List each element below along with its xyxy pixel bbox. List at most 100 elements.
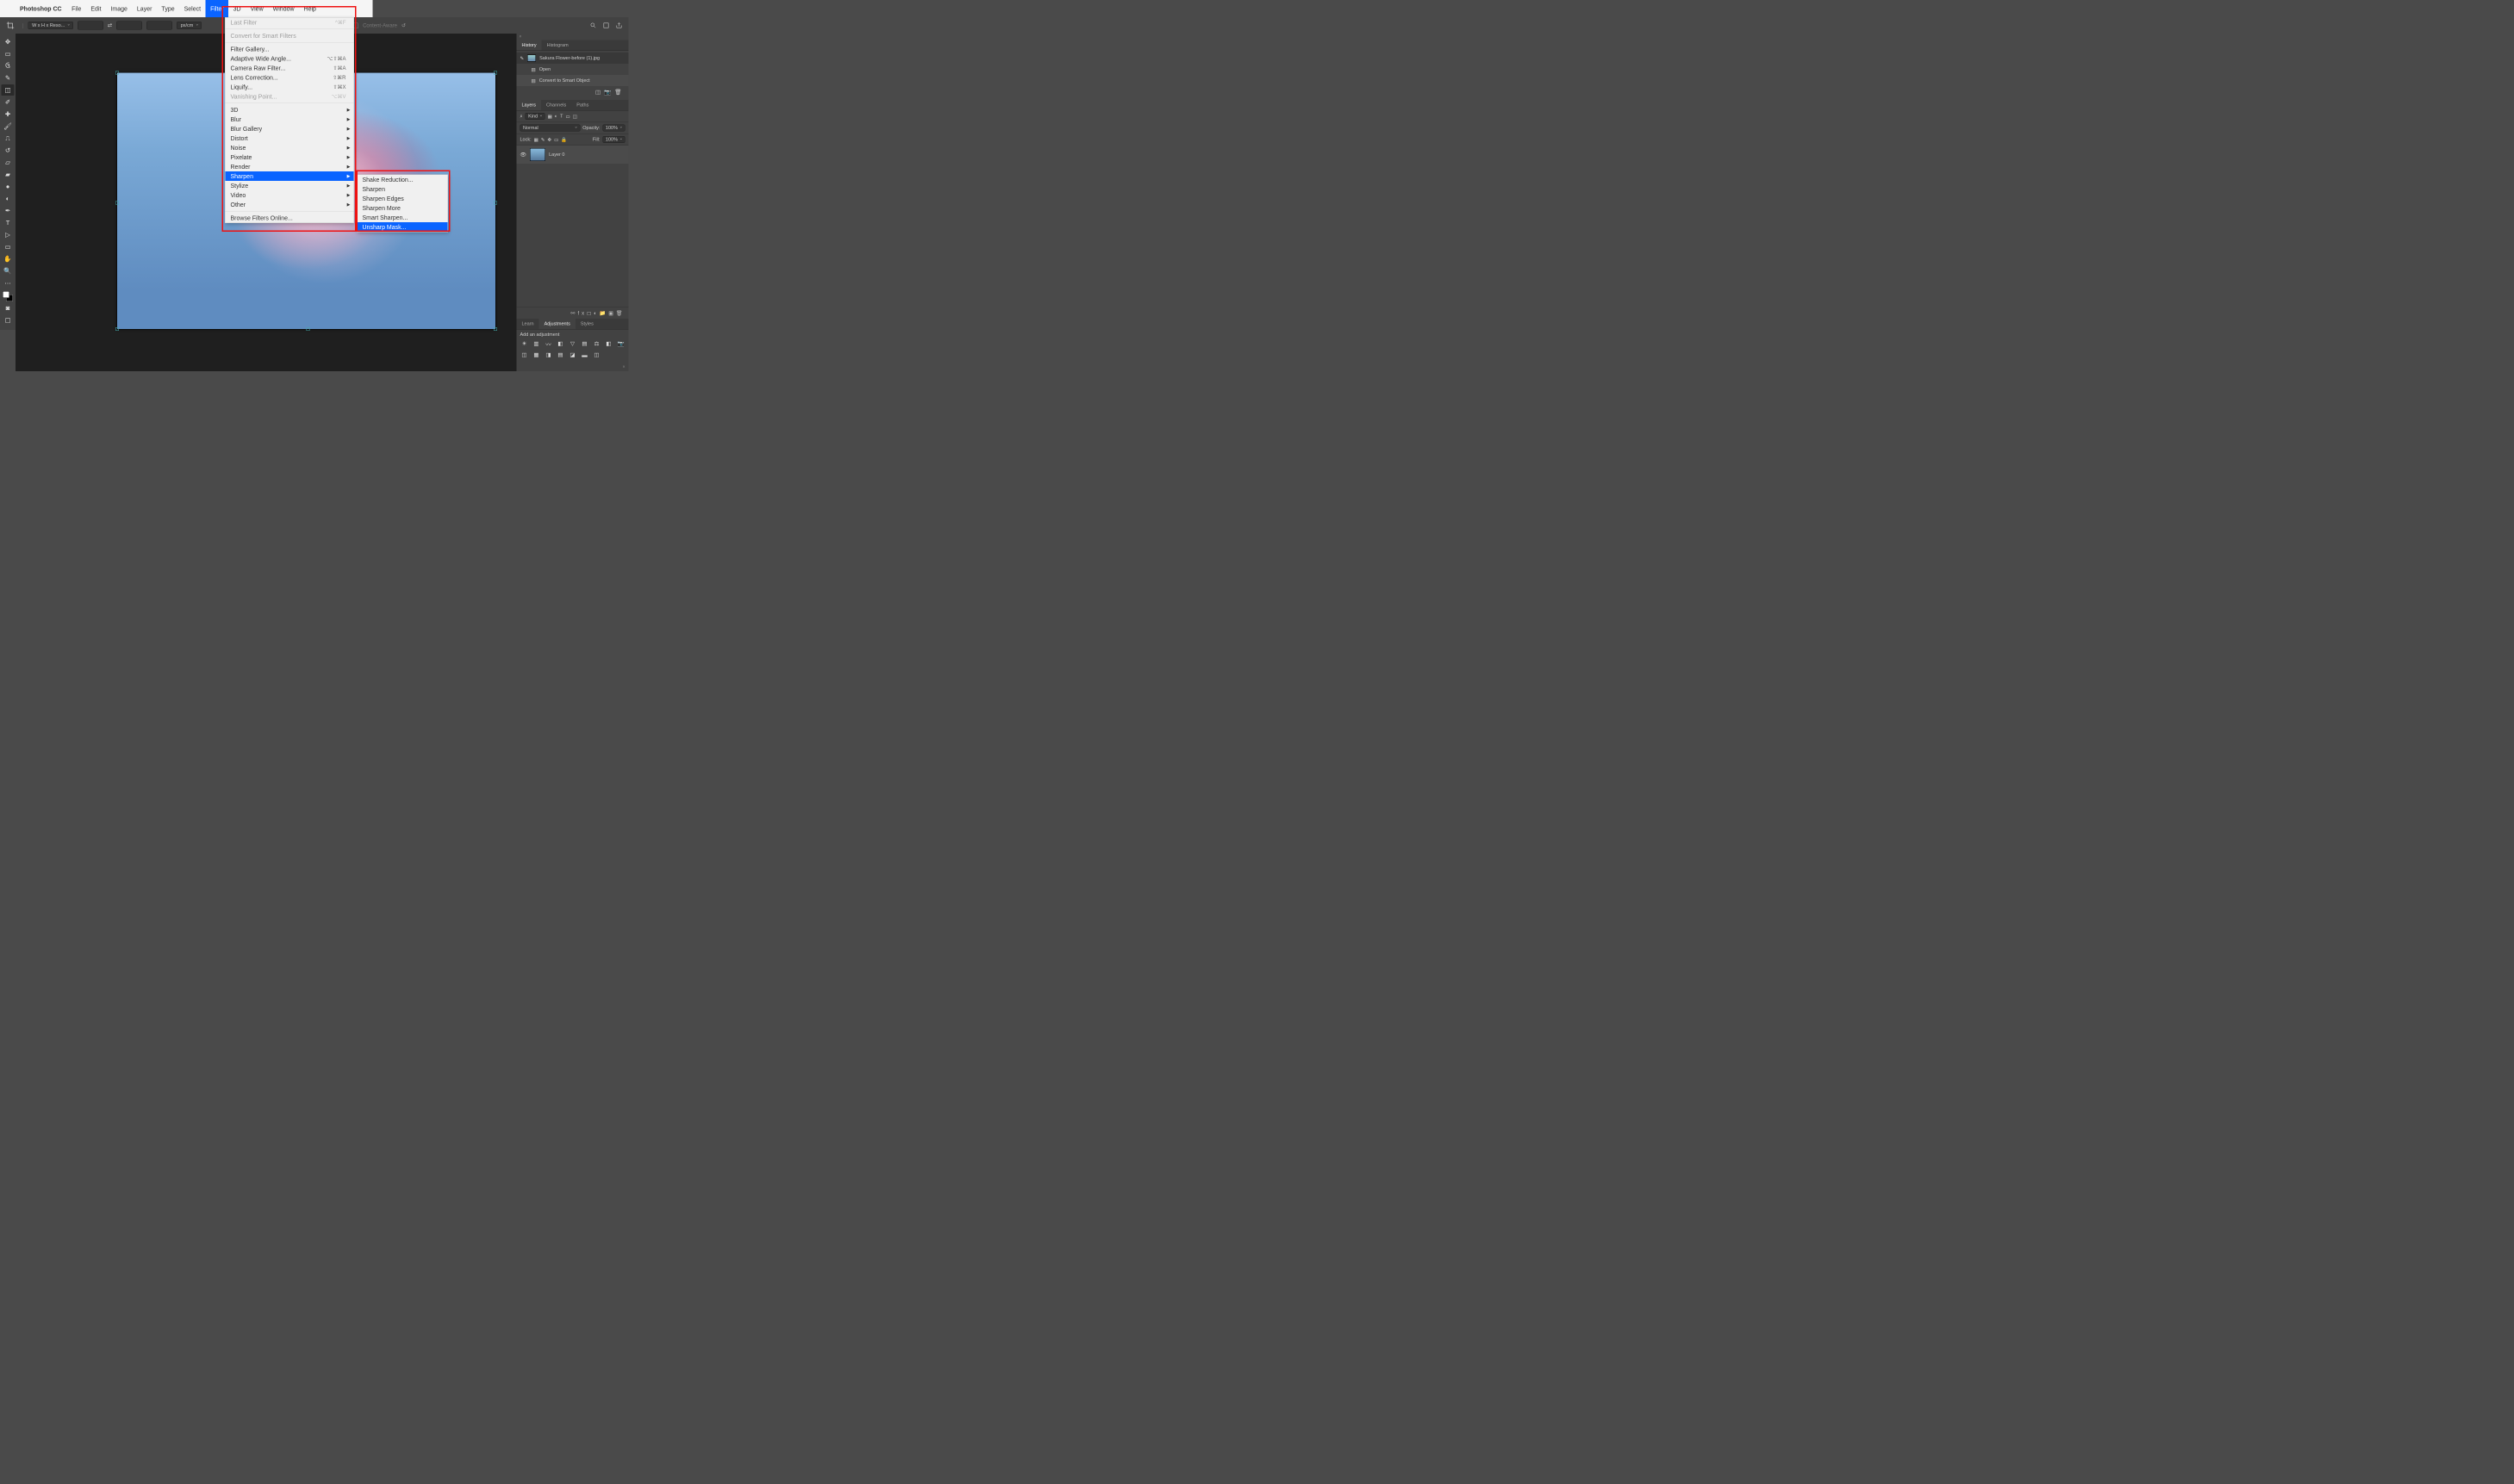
- crop-tool[interactable]: ◫: [2, 84, 15, 96]
- eraser-tool[interactable]: ▱: [2, 157, 15, 168]
- swap-dimensions-icon[interactable]: ⇄: [108, 22, 112, 29]
- fill-dropdown[interactable]: 100%: [602, 136, 625, 143]
- filter-smart-icon[interactable]: ◫: [573, 114, 577, 120]
- exposure-icon[interactable]: ◧: [557, 340, 565, 348]
- color-swatches[interactable]: [3, 291, 13, 301]
- filter-distort[interactable]: Distort▶: [226, 133, 354, 143]
- lock-artboard-icon[interactable]: ▭: [554, 137, 558, 143]
- blend-mode-dropdown[interactable]: Normal: [520, 125, 581, 132]
- menu-3d[interactable]: 3D: [228, 0, 246, 17]
- sharpen-smart[interactable]: Smart Sharpen...: [358, 213, 448, 222]
- filter-camera-raw[interactable]: Camera Raw Filter...⇧⌘A: [226, 64, 354, 73]
- histogram-tab[interactable]: Histogram: [542, 40, 574, 51]
- crop-handle[interactable]: [115, 327, 119, 331]
- crop-preset-dropdown[interactable]: W x H x Reso...: [28, 22, 73, 29]
- history-brush-tool[interactable]: ↺: [2, 145, 15, 156]
- crop-tool-icon[interactable]: [6, 22, 15, 30]
- sharpen-unsharp-mask[interactable]: Unsharp Mask...: [358, 222, 448, 232]
- filter-adjust-icon[interactable]: ◐: [555, 114, 557, 119]
- hue-sat-icon[interactable]: ▤: [581, 340, 589, 348]
- hand-tool[interactable]: ✋: [2, 253, 15, 264]
- selective-color-icon[interactable]: ◫: [593, 351, 601, 359]
- filter-lens-correction[interactable]: Lens Correction...⇧⌘R: [226, 73, 354, 83]
- crop-units-dropdown[interactable]: px/cm: [177, 22, 202, 29]
- levels-icon[interactable]: ▥: [532, 340, 541, 348]
- gradient-map-icon[interactable]: ▬: [581, 351, 589, 359]
- reset-crop-icon[interactable]: ↺: [401, 22, 406, 28]
- edit-toolbar[interactable]: ⋯: [2, 277, 15, 289]
- crop-handle[interactable]: [494, 201, 497, 204]
- invert-icon[interactable]: ◨: [544, 351, 553, 359]
- crop-height-input[interactable]: [116, 22, 142, 30]
- filter-video[interactable]: Video▶: [226, 190, 354, 200]
- crop-handle[interactable]: [307, 327, 310, 331]
- posterize-icon[interactable]: ▤: [557, 351, 565, 359]
- menu-help[interactable]: Help: [299, 0, 320, 17]
- lasso-tool[interactable]: ઉ: [2, 60, 15, 71]
- menu-layer[interactable]: Layer: [132, 0, 157, 17]
- adjustments-tab[interactable]: Adjustments: [539, 319, 576, 329]
- bw-icon[interactable]: ◧: [605, 340, 613, 348]
- menu-filter[interactable]: Filter: [206, 0, 229, 17]
- new-layer-icon[interactable]: ▣: [608, 310, 616, 316]
- menu-image[interactable]: Image: [106, 0, 132, 17]
- filter-browse-online[interactable]: Browse Filters Online...: [226, 214, 354, 223]
- sharpen-sharpen[interactable]: Sharpen: [358, 184, 448, 194]
- filter-pixel-icon[interactable]: ▦: [548, 114, 552, 120]
- history-state-open[interactable]: ▤ Open: [517, 64, 629, 75]
- filter-sharpen[interactable]: Sharpen▶: [226, 171, 354, 181]
- filter-adaptive-wide-angle[interactable]: Adaptive Wide Angle...⌥⇧⌘A: [226, 54, 354, 64]
- filter-type-icon[interactable]: T: [560, 114, 563, 119]
- app-name[interactable]: Photoshop CC: [15, 5, 67, 12]
- type-tool[interactable]: T: [2, 217, 15, 228]
- marquee-tool[interactable]: ▭: [2, 48, 15, 59]
- filter-3d[interactable]: 3D▶: [226, 105, 354, 115]
- blur-tool[interactable]: ●: [2, 181, 15, 192]
- menu-view[interactable]: View: [246, 0, 268, 17]
- history-document[interactable]: ✎ Sakura Flower-before (1).jpg: [517, 53, 629, 64]
- layer-visibility-icon[interactable]: 👁: [520, 152, 527, 158]
- sharpen-edges[interactable]: Sharpen Edges: [358, 194, 448, 203]
- sharpen-more[interactable]: Sharpen More: [358, 203, 448, 213]
- brush-tool[interactable]: 🖌: [2, 121, 15, 132]
- photo-filter-icon[interactable]: 📷: [617, 340, 625, 348]
- filter-blur[interactable]: Blur▶: [226, 115, 354, 124]
- move-tool[interactable]: ✥: [2, 36, 15, 47]
- channels-tab[interactable]: Channels: [541, 100, 571, 110]
- trash-icon[interactable]: 🗑: [614, 89, 625, 96]
- panel-close-icon[interactable]: ×: [517, 34, 629, 40]
- paths-tab[interactable]: Paths: [571, 100, 594, 110]
- color-balance-icon[interactable]: ⚖: [593, 340, 601, 348]
- layer-filter-dropdown[interactable]: Kind: [526, 113, 545, 120]
- lock-all-icon[interactable]: 🔒: [561, 137, 567, 143]
- quick-select-tool[interactable]: ✎: [2, 72, 15, 84]
- layer-fx-icon[interactable]: fx: [577, 310, 587, 316]
- history-state-convert-smart[interactable]: ▤ Convert to Smart Object: [517, 75, 629, 86]
- filter-stylize[interactable]: Stylize▶: [226, 181, 354, 190]
- filter-pixelate[interactable]: Pixelate▶: [226, 152, 354, 162]
- layer-row[interactable]: 👁 Layer 0: [517, 146, 629, 164]
- crop-handle[interactable]: [494, 327, 497, 331]
- menu-select[interactable]: Select: [179, 0, 205, 17]
- gradient-tool[interactable]: ▰: [2, 169, 15, 180]
- panel-close-bottom-icon[interactable]: ×: [517, 363, 629, 372]
- lock-transparent-icon[interactable]: ▦: [534, 137, 538, 143]
- color-lookup-icon[interactable]: ▦: [532, 351, 541, 359]
- search-icon[interactable]: [590, 22, 597, 29]
- delete-layer-icon[interactable]: 🗑: [616, 310, 625, 316]
- menu-file[interactable]: File: [67, 0, 86, 17]
- layer-mask-icon[interactable]: ◻: [587, 310, 594, 316]
- shape-tool[interactable]: ▭: [2, 241, 15, 252]
- dodge-tool[interactable]: ◐: [2, 193, 15, 204]
- menu-edit[interactable]: Edit: [86, 0, 106, 17]
- layer-thumbnail[interactable]: [530, 148, 545, 161]
- snapshot-icon[interactable]: 📷: [604, 89, 614, 96]
- pen-tool[interactable]: ✒: [2, 205, 15, 216]
- lock-image-icon[interactable]: ✎: [541, 137, 545, 143]
- vibrance-icon[interactable]: ▽: [569, 340, 577, 348]
- history-tab[interactable]: History: [517, 40, 542, 51]
- lock-position-icon[interactable]: ✥: [547, 137, 551, 143]
- crop-handle[interactable]: [115, 71, 119, 75]
- filter-render[interactable]: Render▶: [226, 162, 354, 171]
- crop-width-input[interactable]: [78, 22, 103, 30]
